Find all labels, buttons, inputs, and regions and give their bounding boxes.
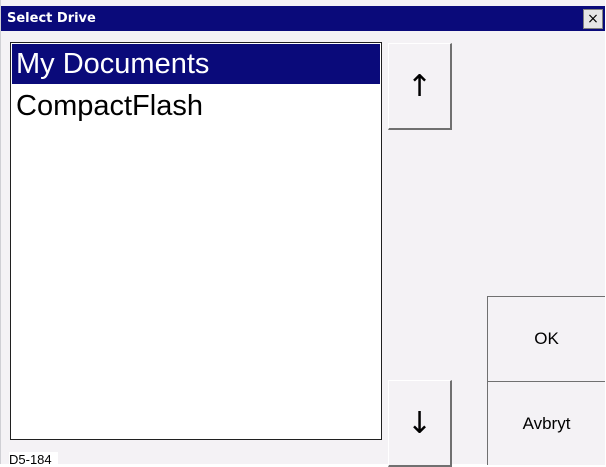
scroll-up-button[interactable]: ↑: [388, 43, 452, 130]
arrow-up-icon: ↑: [406, 68, 433, 104]
select-drive-dialog: Select Drive × My Documents CompactFlash…: [0, 0, 605, 467]
drive-listbox[interactable]: My Documents CompactFlash: [10, 42, 382, 440]
ok-button[interactable]: OK: [487, 296, 605, 382]
close-icon: ×: [587, 11, 599, 27]
figure-caption: D5-184: [9, 452, 58, 467]
cancel-button[interactable]: Avbryt: [487, 381, 605, 465]
dialog-title: Select Drive: [7, 11, 96, 26]
title-bar: Select Drive ×: [1, 6, 605, 31]
arrow-down-icon: ↓: [406, 405, 433, 441]
cancel-button-label: Avbryt: [522, 413, 571, 433]
list-item-my-documents[interactable]: My Documents: [12, 44, 380, 84]
ok-button-label: OK: [534, 329, 559, 348]
scroll-down-button[interactable]: ↓: [388, 380, 452, 467]
close-button[interactable]: ×: [583, 9, 603, 29]
list-item-compactflash[interactable]: CompactFlash: [12, 86, 380, 126]
